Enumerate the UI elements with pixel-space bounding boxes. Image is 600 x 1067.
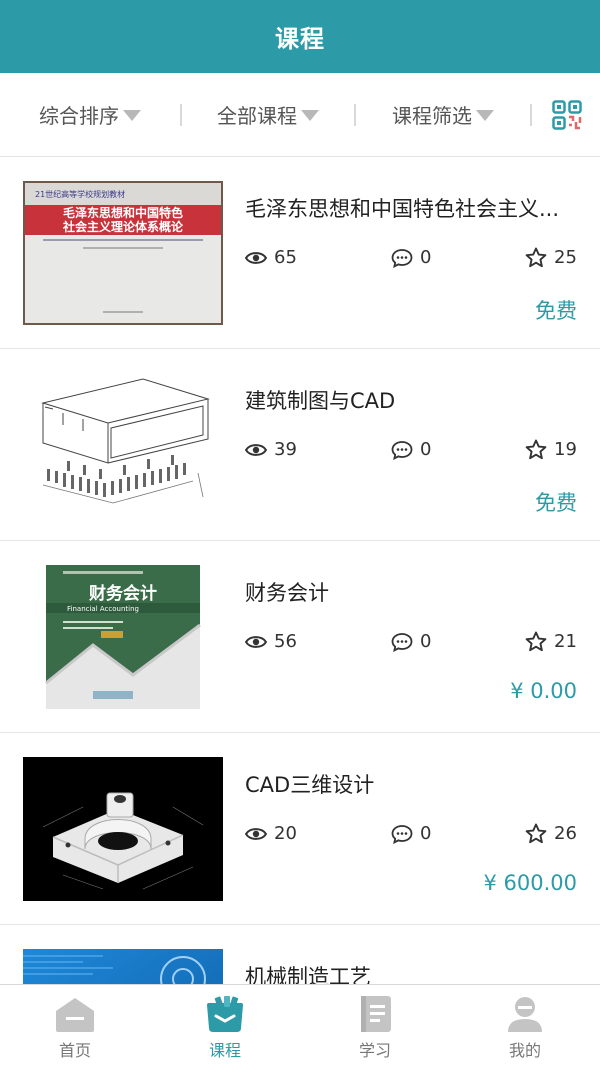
- views-stat: 20: [245, 823, 297, 844]
- tab-course-label: 课程: [208, 1041, 241, 1060]
- course-filter-dropdown[interactable]: 课程筛选: [356, 100, 530, 129]
- course-price: 免费: [535, 491, 577, 515]
- star-icon: [525, 823, 547, 844]
- stars-count: 21: [554, 631, 577, 652]
- stars-stat: 19: [525, 439, 577, 460]
- tab-course[interactable]: 课程: [150, 985, 300, 1067]
- tab-home[interactable]: 首页: [0, 985, 150, 1067]
- filter-divider: [530, 103, 532, 126]
- comments-count: 0: [420, 631, 432, 652]
- course-title: 财务会计: [245, 581, 329, 605]
- stars-stat: 25: [525, 247, 577, 268]
- svg-text:21世纪高等学校规划教材: 21世纪高等学校规划教材: [35, 189, 125, 199]
- stars-stat: 26: [525, 823, 577, 844]
- star-icon: [525, 631, 547, 652]
- views-count: 39: [274, 439, 297, 460]
- course-filter-label: 课程筛选: [392, 104, 472, 128]
- course-price: 免费: [535, 299, 577, 323]
- comments-stat: 0: [391, 823, 431, 844]
- course-title: CAD三维设计: [245, 773, 375, 797]
- stars-stat: 21: [525, 631, 577, 652]
- course-item[interactable]: 财务会计 Financial Accounting 财务会计 56 0 21 ¥…: [0, 541, 600, 733]
- comments-stat: 0: [391, 247, 431, 268]
- category-filter-dropdown[interactable]: 全部课程: [182, 100, 354, 129]
- views-count: 20: [274, 823, 297, 844]
- home-icon: [56, 998, 94, 1032]
- course-price: ¥ 0.00: [510, 679, 577, 703]
- course-item[interactable]: CAD三维设计 20 0 26 ¥ 600.00: [0, 733, 600, 925]
- tab-study[interactable]: 学习: [300, 985, 450, 1067]
- views-count: 56: [274, 631, 297, 652]
- star-icon: [525, 247, 547, 268]
- course-thumbnail: 财务会计 Financial Accounting: [23, 565, 223, 709]
- course-stats: 56 0 21: [245, 631, 580, 657]
- thumb-banner-line2: 社会主义理论体系概论: [62, 219, 184, 234]
- eye-icon: [245, 443, 267, 456]
- comments-count: 0: [420, 247, 432, 268]
- sort-filter-label: 综合排序: [39, 104, 119, 128]
- course-list: 21世纪高等学校规划教材 毛泽东思想和中国特色 社会主义理论体系概论 毛泽东思想…: [0, 157, 600, 1067]
- thumb-cover-title: 财务会计: [88, 583, 157, 604]
- comment-icon: [391, 632, 413, 652]
- comments-stat: 0: [391, 439, 431, 460]
- filter-bar: 综合排序 全部课程 课程筛选: [0, 73, 600, 157]
- views-stat: 65: [245, 247, 297, 268]
- comment-icon: [391, 824, 413, 844]
- course-stats: 39 0 19: [245, 439, 580, 465]
- star-icon: [525, 439, 547, 460]
- bottom-tab-bar: 首页 课程 学习 我的: [0, 984, 600, 1067]
- course-stats: 65 0 25: [245, 247, 580, 273]
- comment-icon: [391, 248, 413, 268]
- views-stat: 39: [245, 439, 297, 460]
- course-thumbnail: [23, 757, 223, 901]
- course-stats: 20 0 26: [245, 823, 580, 849]
- tab-profile-label: 我的: [508, 1041, 541, 1060]
- course-item[interactable]: 21世纪高等学校规划教材 毛泽东思想和中国特色 社会主义理论体系概论 毛泽东思想…: [0, 157, 600, 349]
- tab-home-label: 首页: [58, 1041, 91, 1060]
- views-count: 65: [274, 247, 297, 268]
- study-icon: [361, 996, 391, 1032]
- dropdown-arrow-icon: [123, 110, 141, 121]
- course-item[interactable]: 建筑制图与CAD 39 0 19 免费: [0, 349, 600, 541]
- qr-scan-icon[interactable]: [552, 99, 582, 130]
- dropdown-arrow-icon: [301, 110, 319, 121]
- tab-study-label: 学习: [358, 1041, 391, 1060]
- stars-count: 19: [554, 439, 577, 460]
- eye-icon: [245, 827, 267, 840]
- tab-profile[interactable]: 我的: [450, 985, 600, 1067]
- sort-filter-dropdown[interactable]: 综合排序: [0, 100, 180, 129]
- stars-count: 25: [554, 247, 577, 268]
- comments-count: 0: [420, 439, 432, 460]
- course-price: ¥ 600.00: [483, 871, 577, 895]
- comment-icon: [391, 440, 413, 460]
- stars-count: 26: [554, 823, 577, 844]
- eye-icon: [245, 251, 267, 264]
- course-thumbnail: [23, 373, 223, 517]
- profile-icon: [508, 997, 542, 1032]
- course-thumbnail: 21世纪高等学校规划教材 毛泽东思想和中国特色 社会主义理论体系概论: [23, 181, 223, 325]
- dropdown-arrow-icon: [476, 110, 494, 121]
- course-title: 建筑制图与CAD: [245, 389, 396, 413]
- course-title: 毛泽东思想和中国特色社会主义...: [245, 197, 560, 221]
- category-filter-label: 全部课程: [217, 104, 297, 128]
- page-title: 课程: [275, 25, 325, 53]
- comments-stat: 0: [391, 631, 431, 652]
- thumb-banner-line1: 毛泽东思想和中国特色: [63, 205, 183, 220]
- comments-count: 0: [420, 823, 432, 844]
- thumb-cover-subtitle: Financial Accounting: [67, 605, 139, 613]
- eye-icon: [245, 635, 267, 648]
- app-header: 课程: [0, 0, 600, 73]
- views-stat: 56: [245, 631, 297, 652]
- course-icon: [207, 996, 243, 1032]
